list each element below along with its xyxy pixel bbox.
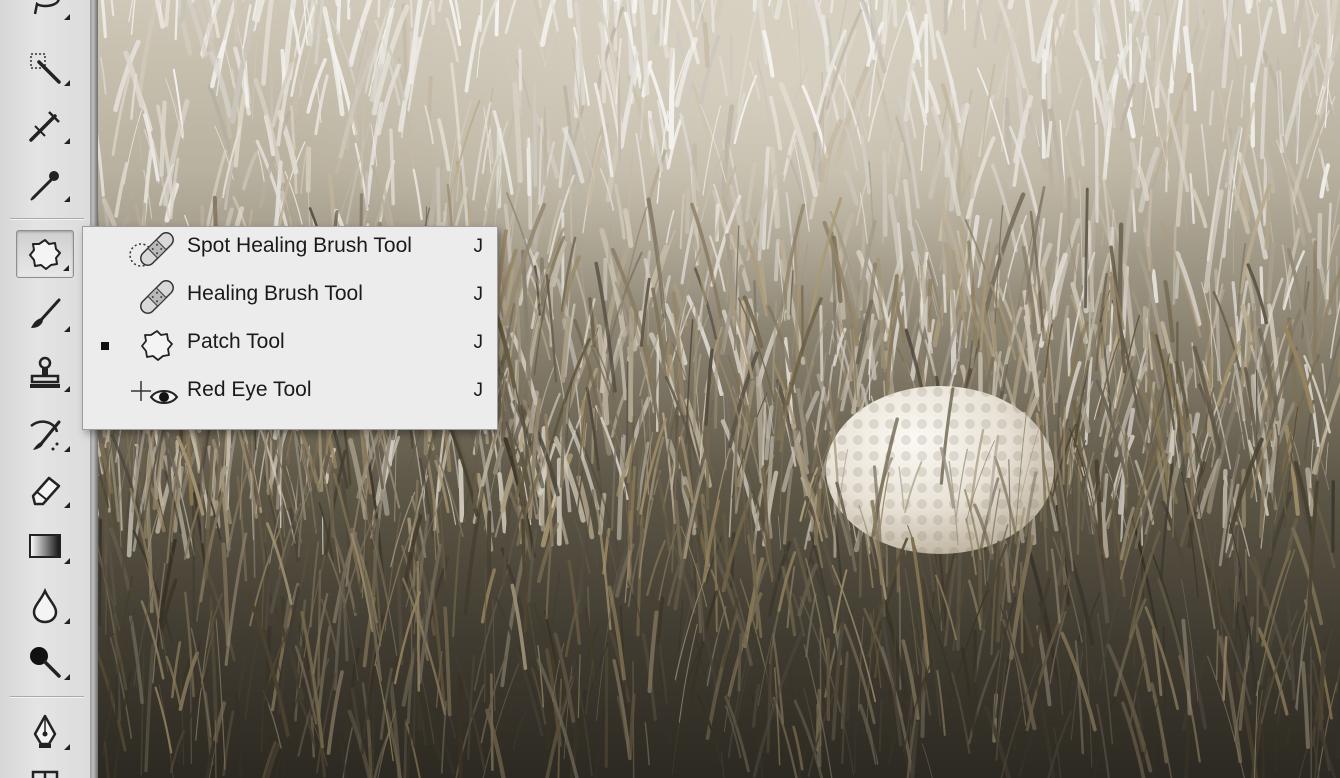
- patch-icon: [29, 239, 61, 270]
- history-brush-tool[interactable]: [16, 410, 74, 458]
- dodge-tool[interactable]: [16, 638, 74, 686]
- pen-tool[interactable]: [16, 708, 74, 756]
- menu-item-shortcut: J: [473, 236, 484, 257]
- blur-tool[interactable]: [16, 582, 74, 630]
- flyout-indicator: [64, 14, 70, 20]
- menu-item-label: Patch Tool: [187, 330, 285, 353]
- healing-brush-icon: [140, 280, 174, 314]
- photoshop-workspace: Spot Healing Brush Tool J Healing Brush …: [0, 0, 1340, 778]
- lasso-icon: [33, 0, 60, 15]
- flyout-indicator: [63, 265, 69, 271]
- flyout-indicator: [64, 138, 70, 144]
- eyedropper-icon: [30, 171, 59, 201]
- menu-item-label: Red Eye Tool: [187, 378, 312, 401]
- menu-item-shortcut: J: [473, 284, 484, 305]
- eyedropper-tool[interactable]: [16, 160, 74, 208]
- patch-icon: [141, 330, 173, 361]
- selected-indicator: [101, 342, 109, 350]
- flyout-indicator: [64, 80, 70, 86]
- blur-drop-icon: [32, 587, 58, 624]
- patch-tool[interactable]: [16, 230, 74, 278]
- type-tool[interactable]: [16, 760, 74, 778]
- flyout-indicator: [64, 618, 70, 624]
- menu-item-label: Spot Healing Brush Tool: [187, 234, 412, 257]
- clone-stamp-tool[interactable]: [16, 350, 74, 398]
- menu-item-shortcut: J: [473, 380, 484, 401]
- flyout-indicator: [64, 558, 70, 564]
- healing-tools-flyout-menu: Spot Healing Brush Tool J Healing Brush …: [82, 226, 498, 430]
- flyout-indicator: [64, 326, 70, 332]
- menu-item-spot-healing-brush[interactable]: Spot Healing Brush Tool J: [83, 227, 497, 273]
- flyout-indicator: [64, 446, 70, 452]
- spot-healing-brush-icon: [129, 232, 174, 267]
- menu-item-label: Healing Brush Tool: [187, 282, 363, 305]
- menu-item-red-eye[interactable]: Red Eye Tool J: [83, 371, 497, 417]
- history-brush-icon: [30, 420, 61, 451]
- flyout-indicator: [64, 502, 70, 508]
- toolbar-separator: [10, 218, 84, 220]
- red-eye-icon: [131, 381, 179, 404]
- menu-item-patch[interactable]: Patch Tool J: [83, 323, 497, 369]
- lasso-tool[interactable]: [16, 0, 74, 26]
- gradient-icon: [29, 534, 61, 558]
- crop-tool[interactable]: [16, 102, 74, 150]
- pen-icon: [33, 714, 57, 748]
- quick-selection-icon: [30, 53, 61, 84]
- tools-panel: [0, 0, 90, 778]
- clone-stamp-icon: [30, 356, 60, 388]
- dodge-icon: [30, 647, 61, 678]
- brush-icon: [31, 298, 61, 328]
- menu-item-shortcut: J: [473, 332, 484, 353]
- type-icon: [31, 770, 59, 778]
- quick-selection-tool[interactable]: [16, 44, 74, 92]
- flyout-indicator: [64, 196, 70, 202]
- eraser-icon: [31, 476, 61, 506]
- flyout-indicator: [64, 674, 70, 680]
- flyout-indicator: [64, 744, 70, 750]
- brush-tool[interactable]: [16, 290, 74, 338]
- toolbar-separator: [10, 696, 84, 698]
- crop-slice-icon: [29, 111, 60, 142]
- flyout-indicator: [64, 386, 70, 392]
- eraser-tool[interactable]: [16, 466, 74, 514]
- menu-item-healing-brush[interactable]: Healing Brush Tool J: [83, 275, 497, 321]
- gradient-tool[interactable]: [16, 522, 74, 570]
